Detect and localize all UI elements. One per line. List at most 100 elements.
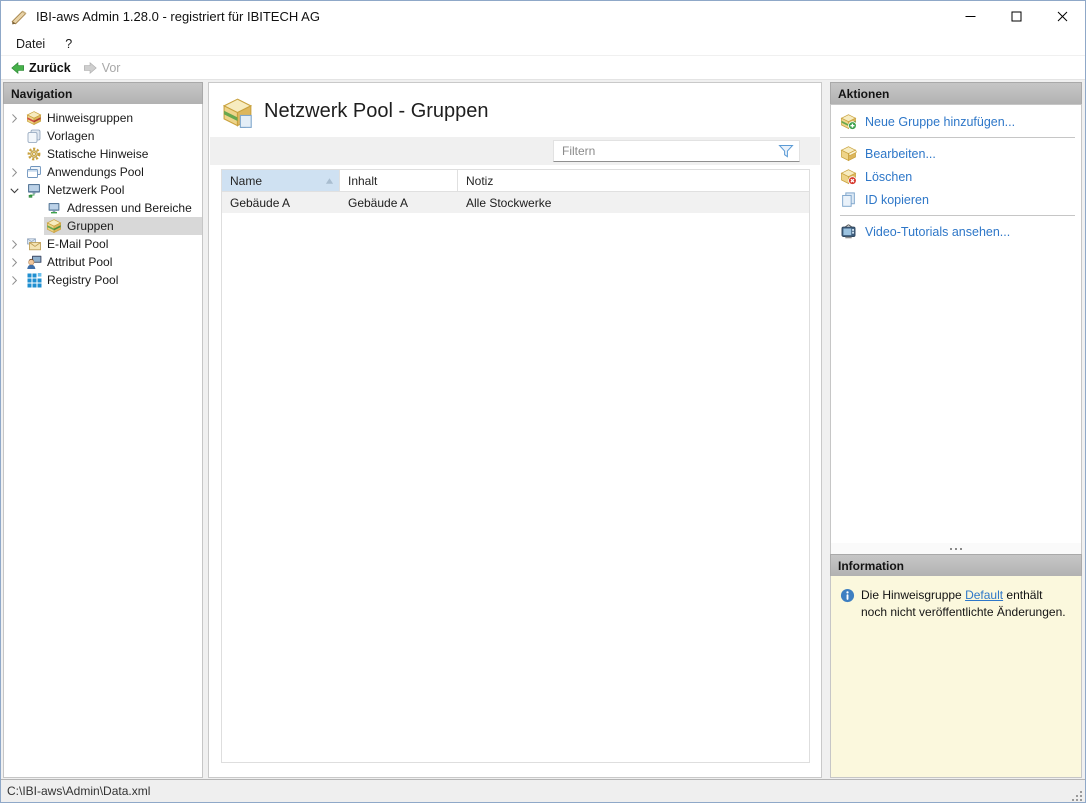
content-area: Navigation Hinweisgruppen Vorlagen (1, 80, 1085, 779)
tree-item-adressen-und-bereiche[interactable]: Adressen und Bereiche (4, 199, 202, 217)
tree-item-label: Adressen und Bereiche (67, 201, 192, 215)
templates-pages-icon (26, 128, 42, 144)
menu-datei[interactable]: Datei (6, 32, 55, 56)
email-envelope-icon (26, 236, 42, 252)
chevron-right-icon[interactable] (4, 166, 24, 179)
actions-separator (840, 215, 1075, 216)
tree-item-label: E-Mail Pool (47, 237, 108, 251)
add-group-icon (840, 113, 857, 130)
resize-grip[interactable] (1070, 789, 1083, 802)
tree-item-label: Hinweisgruppen (47, 111, 133, 125)
action-label: Löschen (865, 170, 912, 184)
tree-item-email-pool[interactable]: E-Mail Pool (4, 235, 202, 253)
tree-item-label: Statische Hinweise (47, 147, 148, 161)
column-header-label: Name (230, 174, 262, 188)
tree-item-label: Gruppen (67, 219, 114, 233)
title-bar: IBI-aws Admin 1.28.0 - registriert für I… (1, 1, 1085, 32)
minimize-button[interactable] (947, 1, 993, 32)
close-button[interactable] (1039, 1, 1085, 32)
tree-item-netzwerk-pool[interactable]: Netzwerk Pool (4, 181, 202, 199)
window-title: IBI-aws Admin 1.28.0 - registriert für I… (36, 9, 320, 24)
information-panel-header: Information (830, 554, 1082, 576)
address-monitor-icon (46, 200, 62, 216)
status-bar: C:\IBI-aws\Admin\Data.xml (1, 779, 1085, 802)
app-window: IBI-aws Admin 1.28.0 - registriert für I… (0, 0, 1086, 803)
actions-panel-header: Aktionen (830, 82, 1082, 104)
app-logo-icon (10, 8, 28, 26)
navigation-tree: Hinweisgruppen Vorlagen Statische Hinwei… (3, 104, 203, 778)
selected-tree-item[interactable]: Gruppen (44, 217, 202, 235)
minimize-icon (965, 11, 976, 22)
action-copy-id[interactable]: ID kopieren (831, 188, 1081, 211)
page-title-row: Netzwerk Pool - Gruppen (209, 83, 821, 137)
chevron-right-icon[interactable] (4, 112, 24, 125)
action-delete[interactable]: Löschen (831, 165, 1081, 188)
navigation-panel: Navigation Hinweisgruppen Vorlagen (3, 82, 203, 778)
page-title: Netzwerk Pool - Gruppen (264, 100, 489, 123)
tree-item-statische-hinweise[interactable]: Statische Hinweise (4, 145, 202, 163)
action-edit[interactable]: Bearbeiten... (831, 142, 1081, 165)
right-side-panel: Aktionen Neue Gruppe hinzufügen... Bearb… (830, 82, 1082, 778)
information-message: Die Hinweisgruppe Default enthält noch n… (861, 587, 1071, 777)
navigation-toolbar: Zurück Vor (1, 56, 1085, 80)
action-label: ID kopieren (865, 193, 929, 207)
forward-arrow-icon (83, 61, 98, 75)
table-row[interactable]: Gebäude A Gebäude A Alle Stockwerke (222, 192, 809, 213)
copy-id-icon (840, 191, 857, 208)
tree-item-anwendungs-pool[interactable]: Anwendungs Pool (4, 163, 202, 181)
delete-group-icon (840, 168, 857, 185)
video-tutorials-icon (840, 223, 857, 240)
tree-item-attribut-pool[interactable]: Attribut Pool (4, 253, 202, 271)
attribute-person-icon (26, 254, 42, 270)
filter-funnel-icon[interactable] (778, 144, 794, 159)
close-icon (1057, 11, 1068, 22)
panel-splitter-handle[interactable] (830, 543, 1082, 554)
action-add-group[interactable]: Neue Gruppe hinzufügen... (831, 110, 1081, 133)
chevron-right-icon[interactable] (4, 238, 24, 251)
menu-bar: Datei ? (1, 32, 1085, 56)
information-panel: Die Hinweisgruppe Default enthält noch n… (830, 576, 1082, 778)
chevron-down-icon[interactable] (4, 184, 24, 197)
tree-item-gruppen[interactable]: Gruppen (4, 217, 202, 235)
static-notices-gear-icon (26, 146, 42, 162)
tree-item-label: Attribut Pool (47, 255, 112, 269)
filter-input[interactable] (554, 141, 778, 161)
application-windows-icon (26, 164, 42, 180)
data-file-path: C:\IBI-aws\Admin\Data.xml (1, 784, 150, 798)
tree-item-label: Registry Pool (47, 273, 118, 287)
column-header-label: Inhalt (348, 174, 377, 188)
groups-table: Name Inhalt Notiz Gebäude A Gebäude A (221, 169, 810, 763)
action-video-tutorials[interactable]: Video-Tutorials ansehen... (831, 220, 1081, 243)
default-group-link[interactable]: Default (965, 588, 1003, 602)
column-header-inhalt[interactable]: Inhalt (340, 170, 458, 191)
table-header-row: Name Inhalt Notiz (222, 170, 809, 192)
back-button[interactable]: Zurück (4, 56, 77, 80)
edit-group-icon (840, 145, 857, 162)
maximize-button[interactable] (993, 1, 1039, 32)
tree-item-registry-pool[interactable]: Registry Pool (4, 271, 202, 289)
info-icon (840, 588, 855, 603)
tree-item-label: Anwendungs Pool (47, 165, 144, 179)
tree-item-vorlagen[interactable]: Vorlagen (4, 127, 202, 145)
tree-item-label: Vorlagen (47, 129, 94, 143)
back-label: Zurück (29, 61, 71, 75)
tree-item-hinweisgruppen[interactable]: Hinweisgruppen (4, 109, 202, 127)
back-arrow-icon (10, 61, 25, 75)
filter-box (553, 140, 800, 162)
menu-help[interactable]: ? (55, 32, 82, 56)
chevron-right-icon[interactable] (4, 256, 24, 269)
action-label: Neue Gruppe hinzufügen... (865, 115, 1015, 129)
forward-button[interactable]: Vor (77, 56, 127, 80)
navigation-panel-header: Navigation (3, 82, 203, 104)
action-label: Bearbeiten... (865, 147, 936, 161)
column-header-notiz[interactable]: Notiz (458, 170, 809, 191)
tree-item-label: Netzwerk Pool (47, 183, 124, 197)
registry-grid-icon (26, 272, 42, 288)
column-header-label: Notiz (466, 174, 493, 188)
chevron-right-icon[interactable] (4, 274, 24, 287)
cell-name: Gebäude A (222, 192, 340, 213)
column-header-name[interactable]: Name (222, 170, 340, 191)
sort-ascending-icon (325, 177, 334, 185)
cell-notiz: Alle Stockwerke (458, 192, 809, 213)
group-box-icon (46, 218, 62, 234)
